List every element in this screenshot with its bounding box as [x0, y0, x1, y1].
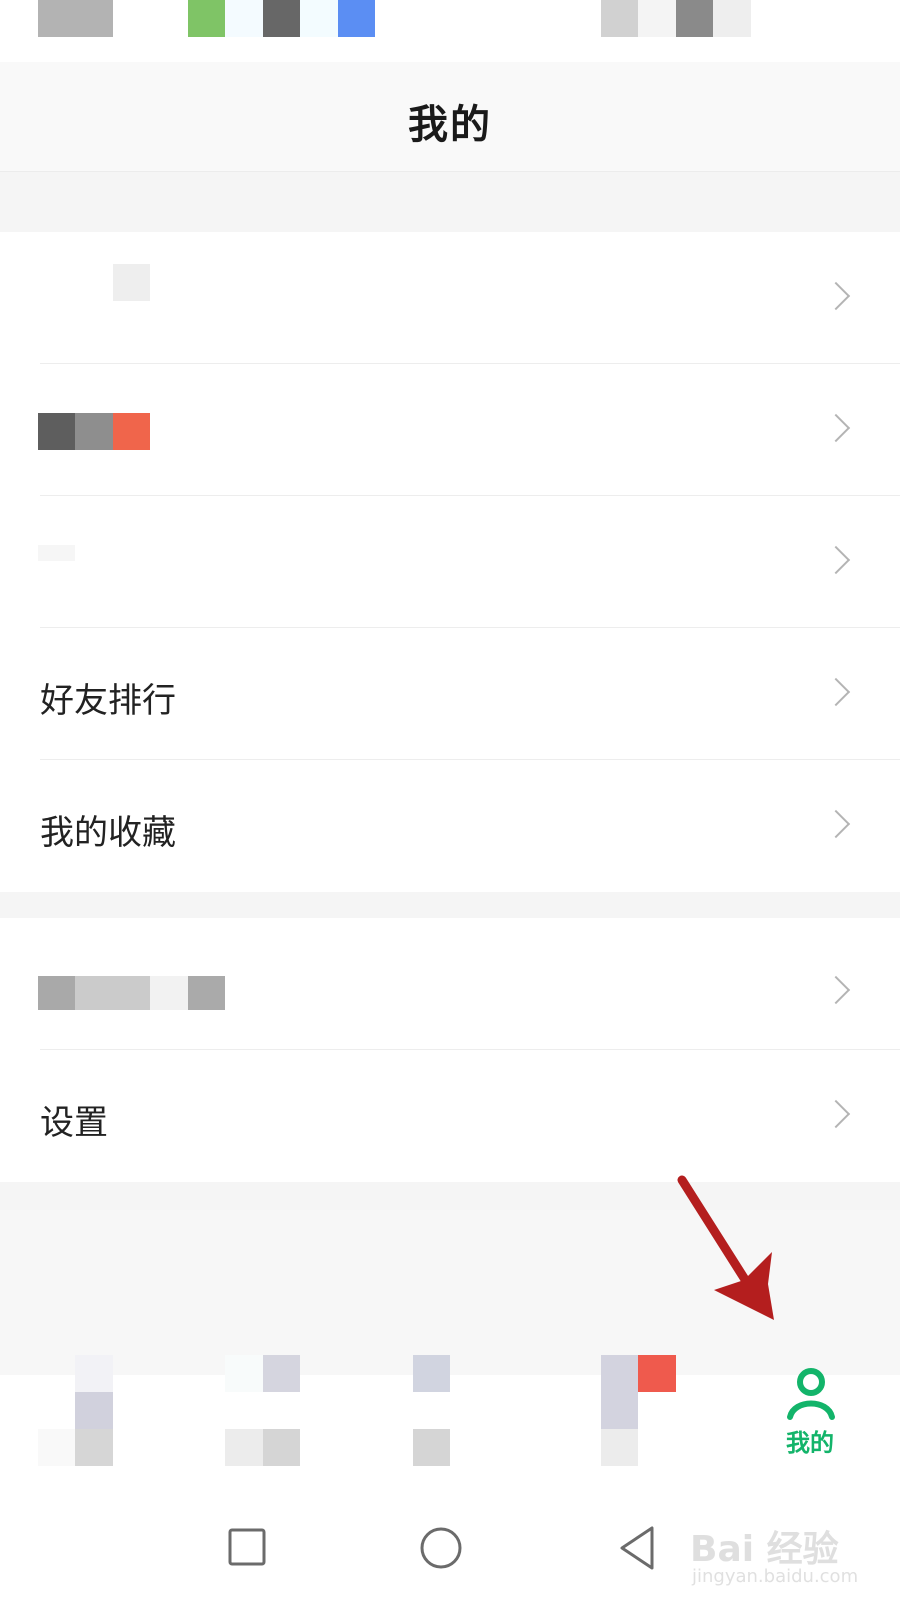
- menu-item-obscured-block: [38, 413, 75, 450]
- chevron-right-icon: [821, 545, 851, 575]
- section-gap: [0, 172, 900, 232]
- menu-item-2[interactable]: [0, 364, 900, 496]
- menu-item-obscured-block: [150, 976, 188, 1010]
- menu-item-friend-ranking[interactable]: 好友排行: [0, 628, 900, 760]
- tab-obscured-block: [638, 1355, 676, 1392]
- menu-item-obscured-block: [188, 976, 225, 1010]
- menu-item-obscured-block: [113, 264, 150, 301]
- menu-item-3[interactable]: [0, 496, 900, 628]
- tab-obscured-block: [75, 1429, 113, 1466]
- section-gap: [0, 892, 900, 918]
- menu-item-obscured-block: [38, 545, 75, 561]
- status-bar-obscured-block: [713, 0, 751, 37]
- chevron-right-icon: [821, 677, 851, 707]
- menu-item-settings[interactable]: 设置: [0, 1050, 900, 1182]
- annotation-arrow-icon: [677, 1175, 774, 1320]
- tab-obscured-block: [263, 1429, 300, 1466]
- status-bar-obscured-block: [263, 0, 300, 37]
- menu-item-label: 好友排行: [40, 681, 176, 721]
- chevron-right-icon: [821, 809, 851, 839]
- menu-item-my-favorites[interactable]: 我的收藏: [0, 760, 900, 892]
- status-bar-obscured-block: [225, 0, 263, 37]
- menu-item-obscured-block: [113, 413, 150, 450]
- status-bar-obscured-block: [188, 0, 225, 37]
- status-bar-obscured-block: [601, 0, 638, 37]
- tab-me[interactable]: 我的: [765, 1368, 855, 1497]
- menu-item-6[interactable]: [0, 918, 900, 1050]
- watermark-url: jingyan.baidu.com: [692, 1566, 859, 1587]
- tab-obscured-block: [601, 1355, 638, 1429]
- chevron-right-icon: [821, 975, 851, 1005]
- tab-obscured-block: [413, 1429, 450, 1466]
- status-bar-obscured-block: [638, 0, 676, 37]
- home-icon[interactable]: [413, 1520, 469, 1576]
- tab-obscured-block: [263, 1355, 300, 1392]
- status-bar-obscured-block: [38, 0, 113, 37]
- watermark-brand: Bai 经验: [690, 1529, 839, 1570]
- status-bar-obscured-block: [338, 0, 375, 37]
- tab-me-label: 我的: [786, 1429, 834, 1457]
- menu-item-label: 设置: [40, 1103, 108, 1143]
- page-title: 我的: [408, 102, 492, 148]
- person-icon: [787, 1368, 835, 1420]
- tab-obscured-block: [225, 1429, 263, 1466]
- menu-item-obscured-block: [75, 413, 113, 450]
- tab-obscured-block: [75, 1355, 113, 1392]
- status-bar: [0, 0, 900, 62]
- chevron-right-icon: [821, 413, 851, 443]
- menu-item-obscured-block: [75, 976, 150, 1010]
- chevron-right-icon: [821, 281, 851, 311]
- page-header: 我的: [0, 62, 900, 172]
- menu-item-label: 我的收藏: [40, 813, 176, 853]
- tab-obscured-block: [601, 1429, 638, 1466]
- bottom-tab-bar: 我的: [0, 1355, 900, 1500]
- menu-item-obscured-block: [38, 976, 75, 1010]
- tab-obscured-block: [225, 1355, 263, 1392]
- status-bar-obscured-block: [676, 0, 713, 37]
- back-icon[interactable]: [610, 1520, 666, 1576]
- tab-obscured-block: [75, 1392, 113, 1429]
- recent-apps-icon[interactable]: [220, 1520, 276, 1576]
- status-bar-obscured-block: [300, 0, 338, 37]
- tab-obscured-block: [38, 1429, 75, 1466]
- menu-item-1[interactable]: [0, 232, 900, 364]
- chevron-right-icon: [821, 1099, 851, 1129]
- watermark: Bai 经验 jingyan.baidu.com: [690, 1520, 890, 1590]
- tab-obscured-block: [413, 1355, 450, 1392]
